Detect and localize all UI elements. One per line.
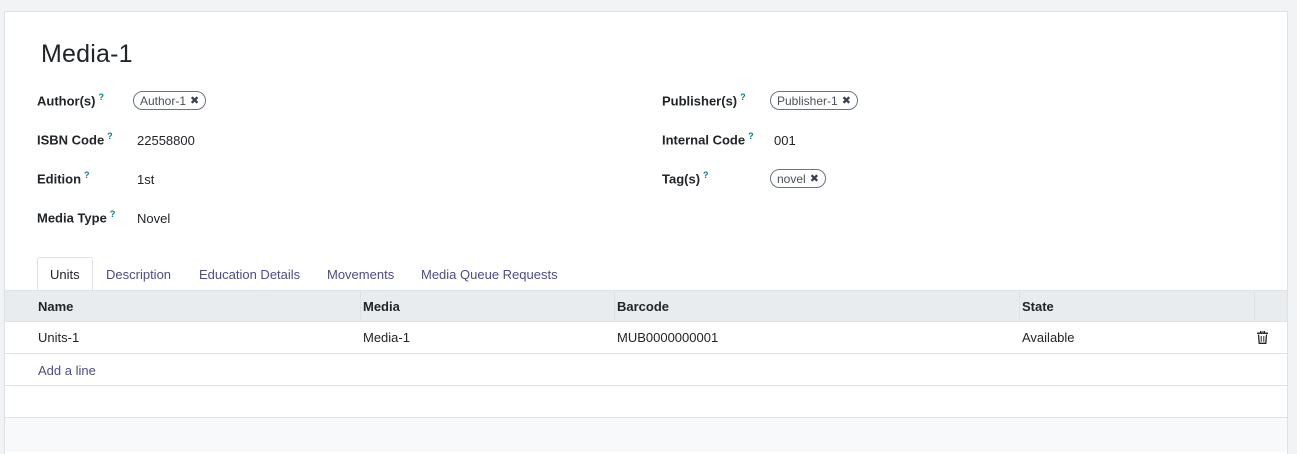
notebook-tabs: Units Description Education Details Move… xyxy=(5,257,1287,291)
column-divider xyxy=(1019,291,1020,322)
column-divider xyxy=(1254,291,1255,322)
form-sheet: Media-1 Author(s)? Author-1 ✖ ISBN Code?… xyxy=(4,11,1288,454)
column-divider xyxy=(614,291,615,322)
cell-barcode[interactable]: MUB0000000001 xyxy=(617,322,718,353)
column-header-media[interactable]: Media xyxy=(363,291,400,322)
add-line-row: Add a line xyxy=(5,354,1287,386)
edition-label-text: Edition xyxy=(37,171,82,187)
record-title[interactable]: Media-1 xyxy=(41,40,133,69)
add-line-link[interactable]: Add a line xyxy=(38,354,96,386)
authors-label: Author(s)? xyxy=(37,92,104,108)
edition-label: Edition? xyxy=(37,170,90,186)
isbn-label: ISBN Code? xyxy=(37,131,113,147)
help-icon[interactable]: ? xyxy=(703,170,709,180)
publisher-tag: Publisher-1 ✖ xyxy=(770,91,858,110)
publishers-label: Publisher(s)? xyxy=(662,92,746,108)
help-icon[interactable]: ? xyxy=(110,209,116,219)
help-icon[interactable]: ? xyxy=(84,170,90,180)
help-icon[interactable]: ? xyxy=(740,92,746,102)
tag-novel-label: novel xyxy=(777,171,806,186)
table-footer xyxy=(5,418,1287,452)
publishers-label-text: Publisher(s) xyxy=(662,93,738,109)
remove-tag-icon[interactable]: ✖ xyxy=(810,172,819,185)
help-icon[interactable]: ? xyxy=(99,92,105,102)
authors-label-text: Author(s) xyxy=(37,93,96,109)
tab-movements[interactable]: Movements xyxy=(315,257,406,291)
isbn-label-text: ISBN Code xyxy=(37,132,105,148)
tags-label: Tag(s)? xyxy=(662,170,709,186)
cell-name[interactable]: Units-1 xyxy=(38,322,79,353)
empty-row xyxy=(5,386,1287,418)
tab-description[interactable]: Description xyxy=(94,257,183,291)
internal-code-label-text: Internal Code xyxy=(662,132,746,148)
tags-label-text: Tag(s) xyxy=(662,171,701,187)
column-header-state[interactable]: State xyxy=(1022,291,1054,322)
media-type-label: Media Type? xyxy=(37,209,115,225)
help-icon[interactable]: ? xyxy=(748,131,754,141)
table-row[interactable]: Units-1 Media-1 MUB0000000001 Available xyxy=(5,322,1287,354)
units-table: Name Media Barcode State Units-1 Media-1… xyxy=(5,290,1287,452)
help-icon[interactable]: ? xyxy=(107,131,113,141)
cell-media[interactable]: Media-1 xyxy=(363,322,410,353)
column-header-name[interactable]: Name xyxy=(38,291,73,322)
internal-code-label: Internal Code? xyxy=(662,131,754,147)
trash-icon[interactable] xyxy=(1257,331,1268,344)
publisher-tag-label: Publisher-1 xyxy=(777,93,838,108)
internal-code-field[interactable]: 001 xyxy=(774,133,796,148)
media-type-label-text: Media Type xyxy=(37,210,107,226)
media-type-field[interactable]: Novel xyxy=(137,211,170,226)
column-header-barcode[interactable]: Barcode xyxy=(617,291,669,322)
tab-units[interactable]: Units xyxy=(37,257,93,291)
author-tag: Author-1 ✖ xyxy=(133,91,207,110)
tag-novel: novel ✖ xyxy=(770,169,826,188)
edition-field[interactable]: 1st xyxy=(137,172,154,187)
table-header: Name Media Barcode State xyxy=(5,290,1287,322)
remove-tag-icon[interactable]: ✖ xyxy=(842,94,851,107)
tab-education-details[interactable]: Education Details xyxy=(187,257,312,291)
column-divider xyxy=(360,291,361,322)
remove-tag-icon[interactable]: ✖ xyxy=(190,94,199,107)
tab-media-queue-requests[interactable]: Media Queue Requests xyxy=(409,257,570,291)
isbn-field[interactable]: 22558800 xyxy=(137,133,195,148)
author-tag-label: Author-1 xyxy=(140,93,187,108)
cell-state[interactable]: Available xyxy=(1022,322,1075,353)
